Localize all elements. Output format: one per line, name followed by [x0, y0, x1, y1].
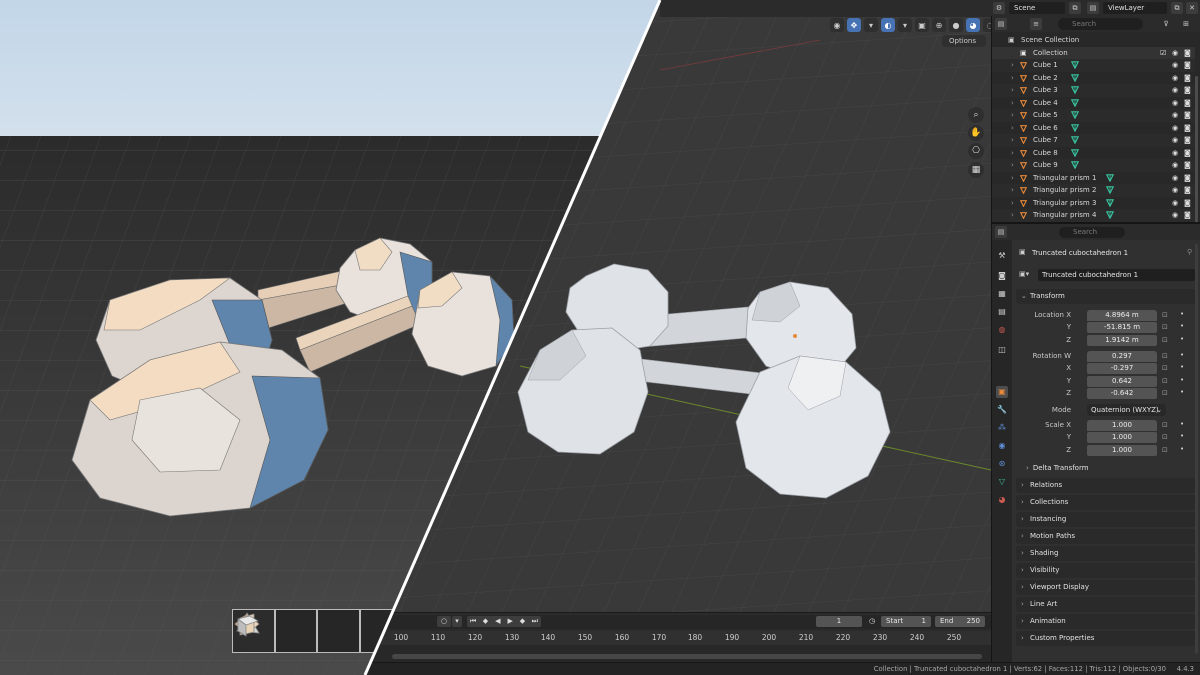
split-divider	[363, 0, 662, 675]
